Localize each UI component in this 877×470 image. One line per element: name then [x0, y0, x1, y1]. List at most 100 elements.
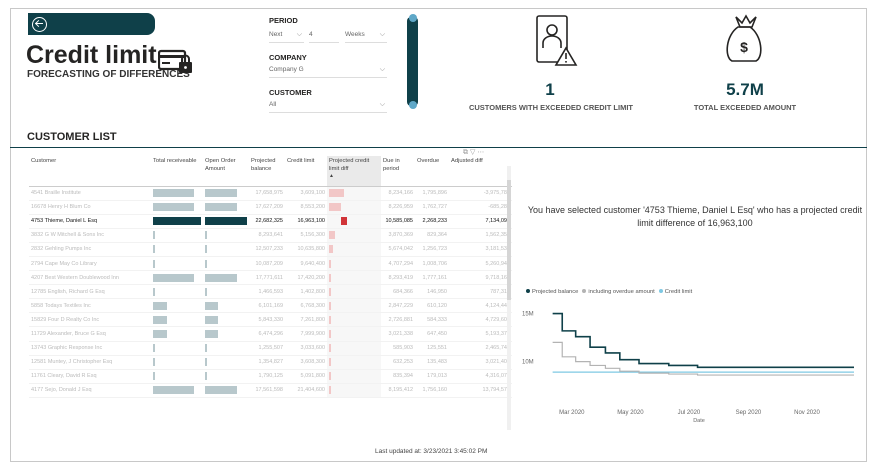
- projected-balance-cell: 17,627,209: [249, 200, 285, 215]
- data-bar: [153, 329, 168, 338]
- customer-select[interactable]: All ⌵: [269, 101, 387, 113]
- legend-marker: [582, 289, 587, 294]
- projected-balance-cell: 1,790,125: [249, 369, 285, 384]
- diff-bar: [329, 273, 331, 282]
- data-bar: [153, 315, 168, 324]
- x-tick-label: May 2020: [617, 410, 644, 416]
- diff-bar: [329, 344, 331, 353]
- column-header[interactable]: Projected credit limit diff ▲: [327, 156, 381, 187]
- due-in-period-cell: 3,021,338: [381, 326, 415, 342]
- diff-bar: [329, 287, 331, 296]
- customer-name-cell: 5858 Todays Textiles Inc: [29, 298, 151, 314]
- diff-bar: [329, 329, 331, 338]
- open-order-cell: [203, 383, 249, 398]
- table-row[interactable]: 11729 Alexander, Bruce G Esq 6,474,296 7,9…: [29, 326, 512, 342]
- customer-name-cell: 11729 Alexander, Bruce G Esq: [29, 326, 151, 342]
- data-bar: [205, 189, 237, 198]
- open-order-cell: [203, 256, 249, 272]
- table-row[interactable]: 13743 Graphic Response Inc 1,255,507 3,033…: [29, 341, 512, 356]
- column-header[interactable]: Overdue: [415, 156, 449, 187]
- total-receivable-cell: [151, 242, 203, 257]
- back-button[interactable]: [28, 13, 155, 35]
- table-scrollbar-thumb[interactable]: [507, 180, 511, 300]
- more-options-icon[interactable]: ⋯: [477, 149, 486, 156]
- adjusted-diff-cell: 4,729,604: [449, 312, 512, 328]
- slider-handle-bottom[interactable]: [409, 101, 417, 109]
- overdue-cell: 1,256,723: [415, 242, 449, 257]
- data-bar: [153, 358, 156, 367]
- credit-limit-cell: 21,404,600: [285, 383, 327, 398]
- table-row[interactable]: 4541 Braille Institute 17,658,975 3,609,10…: [29, 186, 512, 201]
- diff-bar: [329, 245, 333, 254]
- period-count-input[interactable]: 4: [309, 31, 339, 43]
- total-receivable-cell: [151, 312, 203, 328]
- customer-name-cell: 15829 Four D Realty Co Inc: [29, 312, 151, 328]
- data-bar: [205, 287, 208, 296]
- data-bar: [205, 315, 218, 324]
- credit-limit-cell: 5,091,800: [285, 369, 327, 384]
- adjusted-diff-cell: 5,193,372: [449, 326, 512, 342]
- table-row[interactable]: 2794 Cape May Co Library 10,087,209 9,640,…: [29, 256, 512, 272]
- chevron-down-icon: ⌵: [296, 31, 302, 38]
- exceeded-amount-value: 5.7M: [726, 80, 764, 99]
- customer-name-cell: 13743 Graphic Response Inc: [29, 341, 151, 356]
- data-bar: [153, 273, 194, 282]
- vertical-slider[interactable]: [407, 17, 418, 106]
- table-row[interactable]: 4753 Thieme, Daniel L Esq 22,682,325 16,96…: [29, 214, 512, 229]
- adjusted-diff-cell: -685,282: [449, 200, 512, 215]
- money-bag-icon: $: [726, 14, 762, 62]
- data-bar: [153, 203, 194, 212]
- table-row[interactable]: 2832 Gehling Pumps Inc 12,507,233 10,635,8…: [29, 242, 512, 257]
- last-updated-text: Last updated at: 3/23/2021 3:45:02 PM: [375, 448, 488, 455]
- due-in-period-cell: 835,394: [381, 369, 415, 384]
- column-header[interactable]: Due in period: [381, 156, 415, 187]
- total-receivable-cell: [151, 284, 203, 300]
- focus-mode-icon[interactable]: ⧉: [463, 149, 470, 156]
- column-header[interactable]: Customer: [29, 156, 151, 187]
- adjusted-diff-cell: 7,134,092: [449, 214, 512, 229]
- company-label: COMPANY: [269, 53, 307, 62]
- legend-label: Credit limit: [664, 289, 693, 295]
- projected-diff-cell: [327, 369, 381, 384]
- column-header[interactable]: Adjusted diff: [449, 156, 512, 187]
- table-row[interactable]: 5858 Todays Textiles Inc 6,101,169 6,768,3…: [29, 298, 512, 314]
- column-header[interactable]: Credit limit: [285, 156, 327, 187]
- x-tick-label: Mar 2020: [559, 410, 585, 416]
- y-tick-label: 15M: [522, 312, 534, 318]
- column-header[interactable]: Projected balance: [249, 156, 285, 187]
- y-tick-label: 10M: [522, 360, 534, 366]
- table-row[interactable]: 11761 Cleary, David R Esq 1,790,125 5,091,…: [29, 369, 512, 384]
- table-row[interactable]: 16678 Henry H Blum Co 17,627,209 8,553,200…: [29, 200, 512, 215]
- table-row[interactable]: 15829 Four D Realty Co Inc 5,843,330 7,261…: [29, 312, 512, 328]
- table-row[interactable]: 12581 Muntey, J Christopher Esq 1,354,827…: [29, 355, 512, 370]
- due-in-period-cell: 5,674,042: [381, 242, 415, 257]
- table-row[interactable]: 3832 G W Mitchell & Sons Inc 8,293,641 5,1…: [29, 228, 512, 243]
- column-header[interactable]: Total receiveable: [151, 156, 203, 187]
- diff-bar: [329, 386, 331, 395]
- credit-limit-cell: 3,609,100: [285, 186, 327, 201]
- column-header[interactable]: Open Order Amount: [203, 156, 249, 187]
- table-row[interactable]: 12785 English, Richard G Esq 1,466,593 1,4…: [29, 284, 512, 300]
- open-order-cell: [203, 341, 249, 356]
- table-row[interactable]: 4207 Best Western Doublewood Inn 17,771,6…: [29, 270, 512, 286]
- table-row[interactable]: 4177 Sejo, Donald J Esq 17,561,598 21,404,…: [29, 383, 512, 398]
- data-bar: [153, 217, 201, 226]
- overdue-cell: 2,268,233: [415, 214, 449, 229]
- data-bar: [153, 372, 156, 381]
- company-value: Company G: [269, 66, 304, 73]
- overdue-cell: 647,450: [415, 326, 449, 342]
- due-in-period-cell: 3,870,369: [381, 228, 415, 243]
- data-bar: [205, 231, 207, 240]
- slider-handle-top[interactable]: [409, 14, 417, 22]
- period-mode-select[interactable]: Next ⌵: [269, 31, 304, 43]
- total-receivable-cell: [151, 228, 203, 243]
- company-select[interactable]: Company G ⌵: [269, 66, 387, 78]
- period-unit-select[interactable]: Weeks ⌵: [345, 31, 387, 43]
- sort-ascending-icon: ▲: [329, 173, 334, 180]
- due-in-period-cell: 684,366: [381, 284, 415, 300]
- data-bar: [153, 344, 156, 353]
- customer-name-cell: 12581 Muntey, J Christopher Esq: [29, 355, 151, 370]
- open-order-cell: [203, 228, 249, 243]
- credit-limit-cell: 3,033,600: [285, 341, 327, 356]
- open-order-cell: [203, 200, 249, 215]
